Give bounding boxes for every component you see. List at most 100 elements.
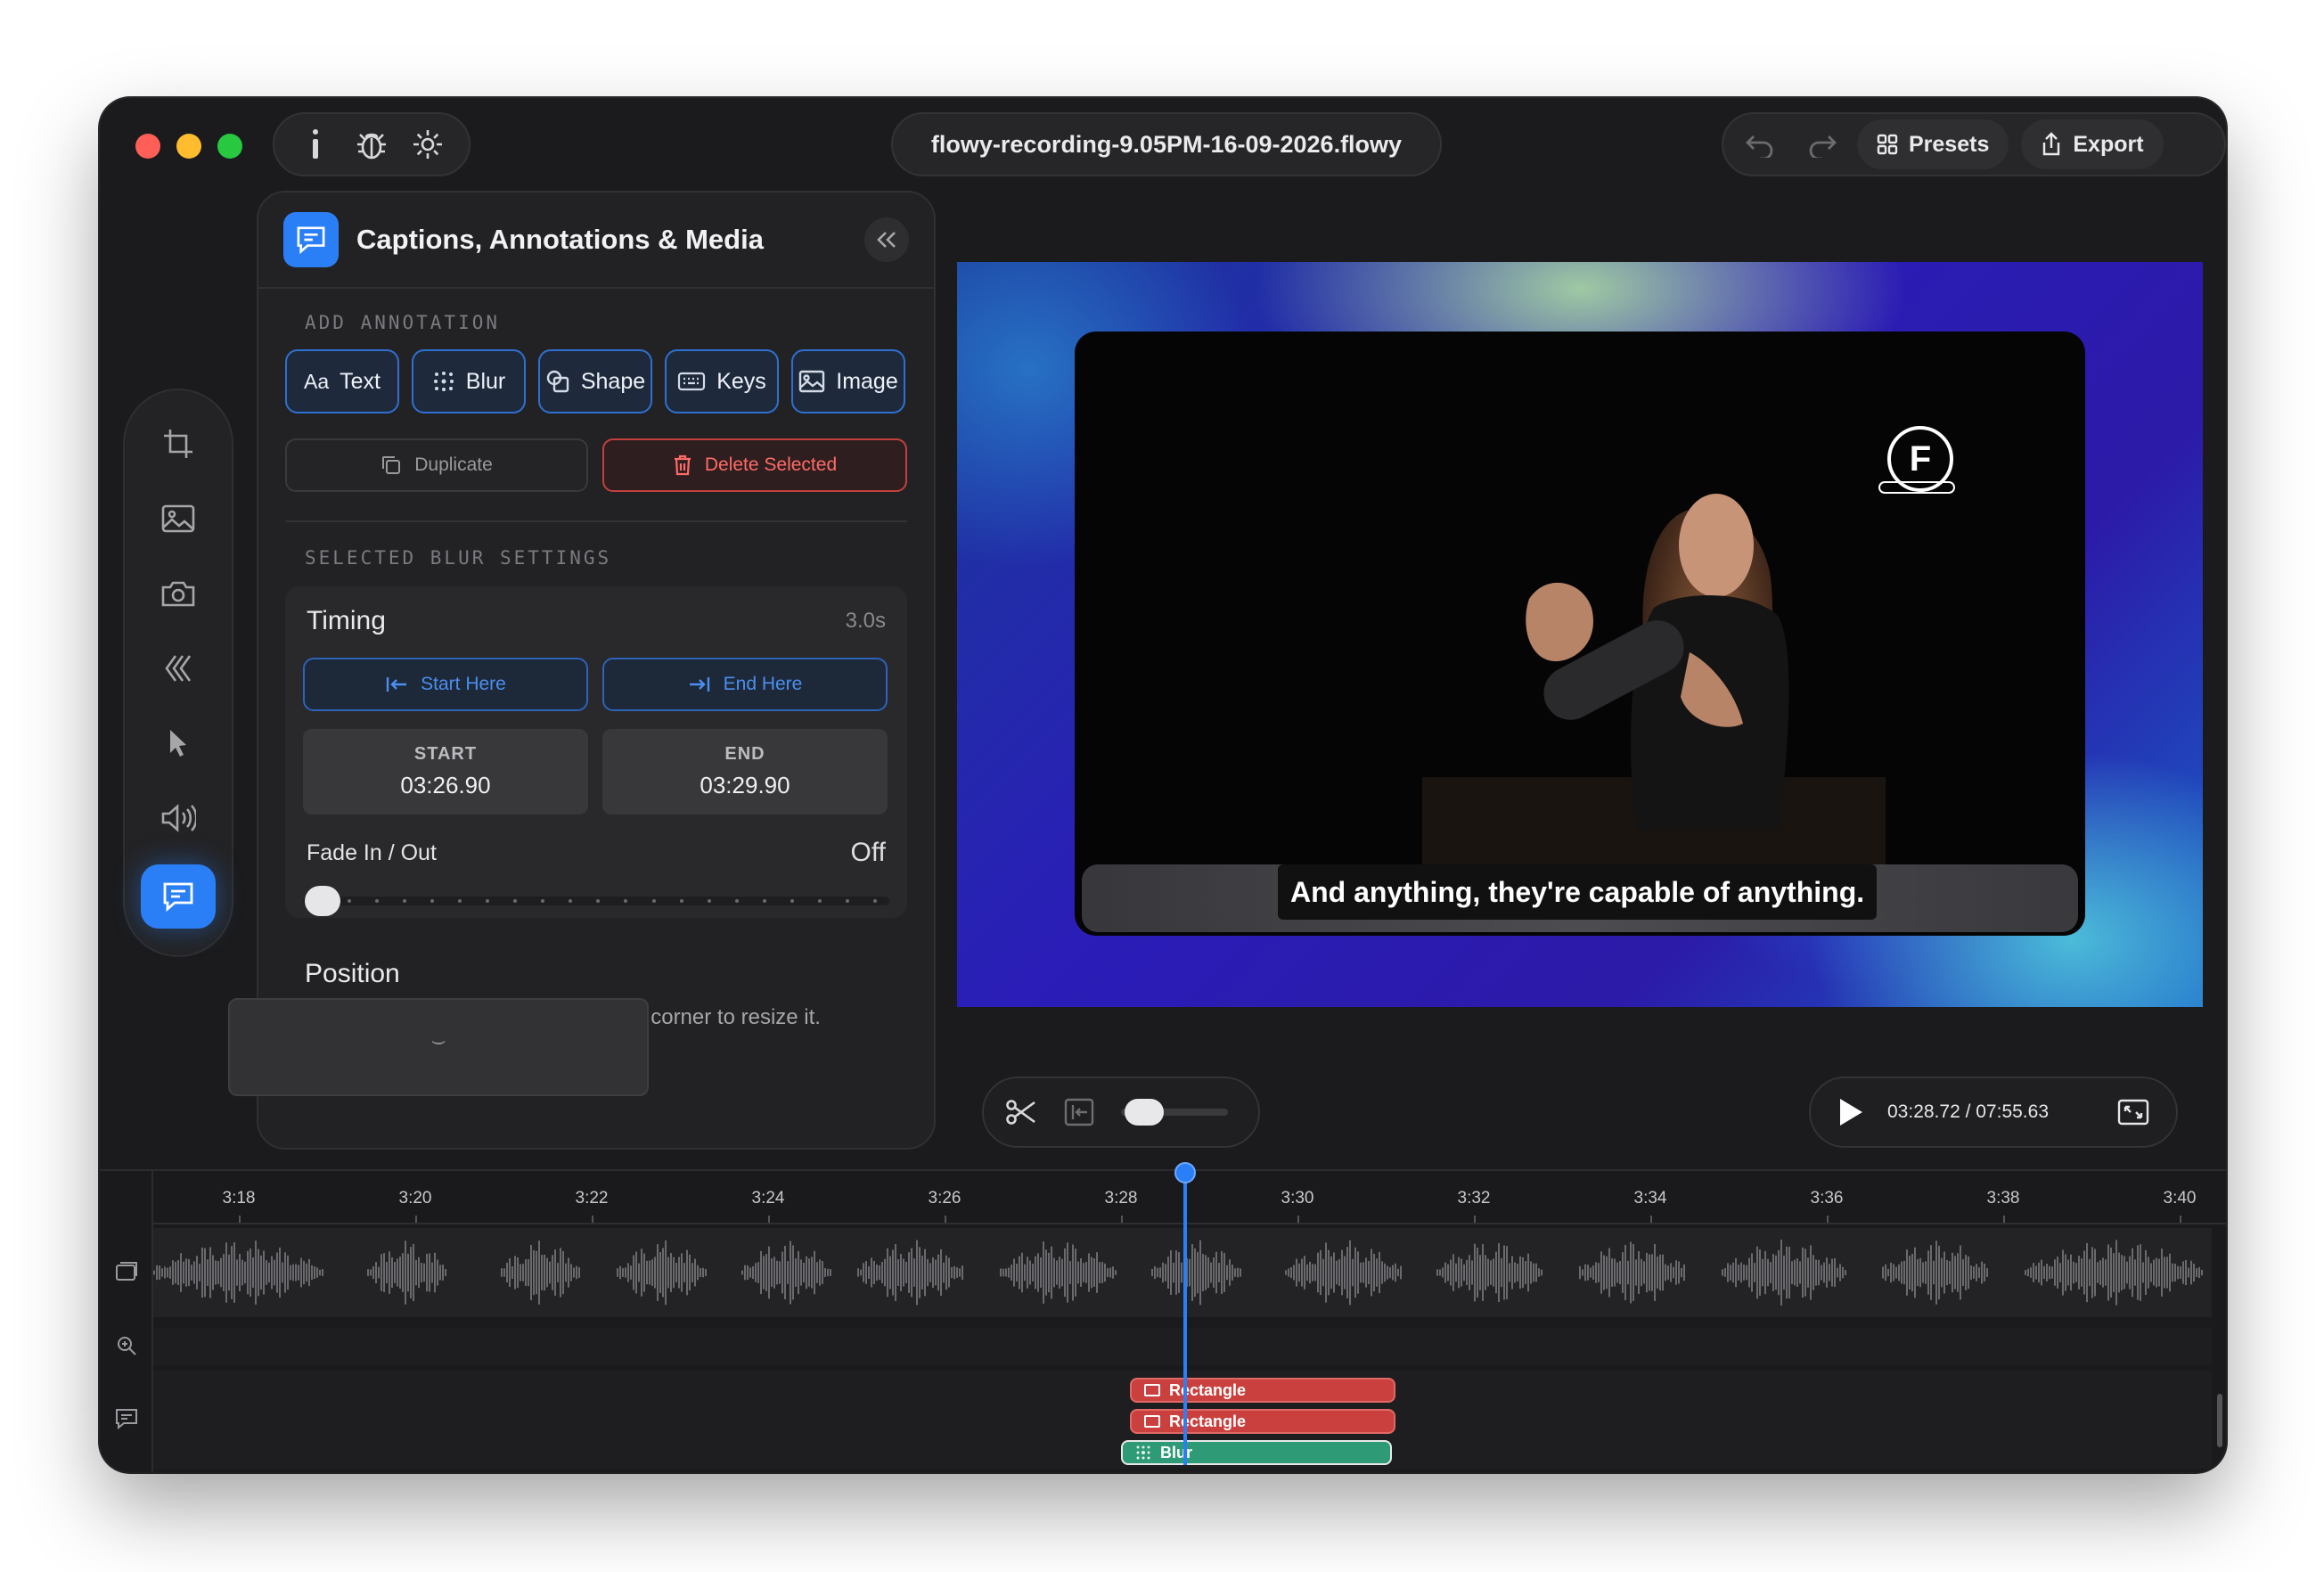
waveform-bar (1442, 1267, 1444, 1278)
delete-selected-button[interactable]: Delete Selected (602, 438, 907, 492)
waveform-bar (1511, 1256, 1513, 1290)
captions-track-icon[interactable] (114, 1406, 139, 1431)
zoom-slider-knob[interactable] (1125, 1099, 1164, 1126)
waveform-bar (1506, 1246, 1508, 1299)
bug-icon[interactable] (351, 124, 392, 165)
info-icon[interactable] (295, 124, 336, 165)
waveform-bar (1807, 1257, 1809, 1288)
rectangle-clip[interactable]: Rectangle (1130, 1409, 1395, 1434)
start-here-button[interactable]: Start Here (303, 658, 588, 711)
start-time-field[interactable]: START 03:26.90 (303, 729, 588, 815)
timeline[interactable]: 3:18 3:20 3:22 3:24 3:26 3:28 3:30 3:32 3:34 3:36… (100, 1162, 2226, 1472)
waveform-bar (290, 1265, 291, 1281)
waveform-bar (800, 1259, 802, 1286)
waveform-bar (1093, 1257, 1095, 1288)
trim-start-icon[interactable] (1064, 1098, 1094, 1126)
audio-waveform-track[interactable] (153, 1228, 2212, 1317)
duplicate-button[interactable]: Duplicate (285, 438, 588, 492)
position-preview-box[interactable]: ⌣ (228, 998, 649, 1096)
fade-slider-knob[interactable] (305, 886, 340, 916)
audio-icon[interactable] (141, 790, 216, 847)
waveform-bar (1887, 1268, 1889, 1277)
waveform-bar (1627, 1260, 1629, 1285)
fullscreen-icon[interactable] (2117, 1099, 2149, 1126)
waveform-bar (1976, 1264, 1977, 1281)
waveform-bar (2057, 1257, 2058, 1289)
waveform-bar (868, 1265, 870, 1280)
waveform-bar (1029, 1260, 1031, 1285)
scissors-icon[interactable] (1005, 1099, 1037, 1126)
waveform-bar (1938, 1245, 1940, 1300)
zoom-slider[interactable] (1121, 1097, 1228, 1127)
zoom-track[interactable] (153, 1328, 2212, 1365)
waveform-bar (1400, 1265, 1402, 1280)
export-button[interactable]: Export (2021, 119, 2164, 169)
undo-button[interactable] (1732, 119, 1788, 169)
fade-slider[interactable] (303, 882, 889, 918)
waveform-bar (1328, 1249, 1330, 1296)
video-frame[interactable]: F And anything, they're capable of anyth… (1075, 332, 2085, 936)
waveform-bar (911, 1248, 912, 1298)
waveform-bar (757, 1262, 759, 1283)
cursor-icon[interactable] (141, 715, 216, 772)
end-here-button[interactable]: End Here (602, 658, 888, 711)
waveform-bar (252, 1257, 254, 1289)
waveform-bar (503, 1268, 505, 1277)
waveform-bar (2169, 1253, 2171, 1292)
waveform-bar (391, 1257, 393, 1288)
playhead[interactable] (1183, 1171, 1187, 1465)
image-icon[interactable] (141, 490, 216, 547)
waveform-bar (1815, 1259, 1817, 1286)
add-keys-button[interactable]: Keys (665, 349, 779, 413)
waveform-bar (263, 1250, 265, 1295)
waveform-bar (749, 1267, 751, 1278)
video-preview-canvas[interactable]: F And anything, they're capable of anyth… (957, 262, 2203, 1007)
timing-title: Timing (307, 606, 386, 635)
blur-clip[interactable]: Blur (1121, 1440, 1392, 1465)
play-icon[interactable] (1837, 1097, 1864, 1127)
project-filename[interactable]: flowy-recording-9.05PM-16-09-2026.flowy (891, 112, 1442, 176)
rectangle-clip[interactable]: Rectangle (1130, 1378, 1395, 1403)
redo-button[interactable] (1795, 119, 1850, 169)
gear-icon[interactable] (407, 124, 448, 165)
zoom-track-icon[interactable] (114, 1333, 139, 1358)
zoom-window-button[interactable] (217, 134, 242, 159)
media-track-icon[interactable] (114, 1260, 139, 1285)
waveform-bar (276, 1252, 278, 1293)
waveform-bar (1914, 1247, 1916, 1298)
waveform-bar (1724, 1268, 1726, 1277)
transition-icon[interactable] (141, 640, 216, 697)
end-time-field[interactable]: END 03:29.90 (602, 729, 888, 815)
ruler-tick-mark (2003, 1216, 2005, 1223)
add-blur-button[interactable]: Blur (412, 349, 526, 413)
captions-icon[interactable] (141, 864, 216, 929)
waveform-bar (1678, 1261, 1680, 1284)
waveform-bar (900, 1254, 902, 1291)
position-title: Position (305, 959, 400, 988)
close-window-button[interactable] (135, 134, 160, 159)
waveform-bar (1165, 1264, 1166, 1281)
minimize-window-button[interactable] (176, 134, 201, 159)
crop-icon[interactable] (141, 415, 216, 472)
waveform-bar (549, 1261, 551, 1284)
waveform-bar (1616, 1262, 1618, 1283)
add-shape-button[interactable]: Shape (538, 349, 652, 413)
waveform-bar (554, 1249, 556, 1296)
timeline-scrollbar[interactable] (2217, 1394, 2222, 1447)
waveform-bar (1223, 1253, 1225, 1292)
collapse-panel-button[interactable] (864, 217, 909, 262)
delete-selected-label: Delete Selected (704, 454, 838, 475)
waveform-bar (1320, 1249, 1322, 1296)
add-image-label: Image (836, 368, 898, 394)
camera-icon[interactable] (141, 565, 216, 622)
caption-text[interactable]: And anything, they're capable of anythin… (1278, 864, 1878, 920)
waveform-bar (2156, 1257, 2157, 1288)
add-image-button[interactable]: Image (791, 349, 905, 413)
waveform-bar (927, 1258, 929, 1287)
presets-button[interactable]: Presets (1857, 119, 2009, 169)
waveform-bar (1622, 1252, 1624, 1293)
playhead-handle[interactable] (1174, 1162, 1196, 1183)
annotations-track[interactable]: Rectangle Rectangle Blur (153, 1371, 2212, 1469)
waveform-bar (1786, 1246, 1788, 1299)
add-text-button[interactable]: Aa Text (285, 349, 399, 413)
